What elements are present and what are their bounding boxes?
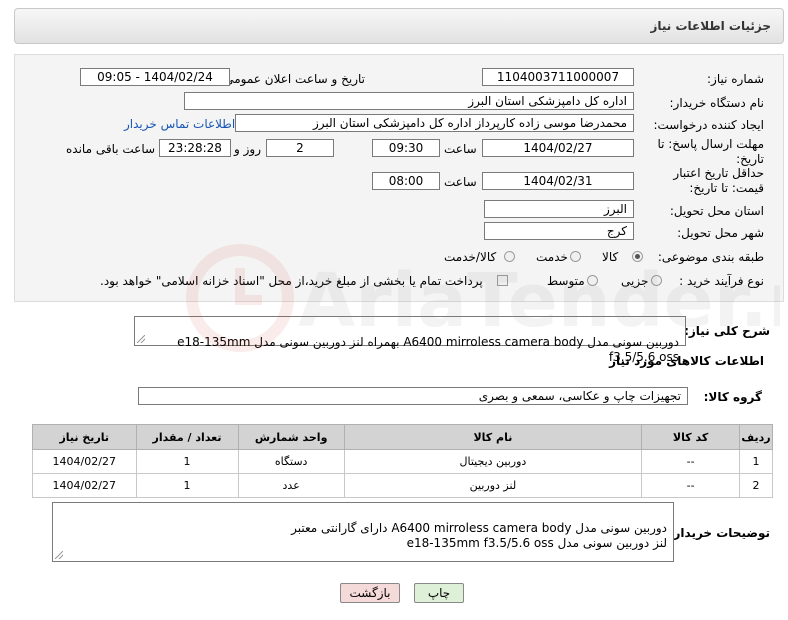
buyer-org-label: نام دستگاه خریدار:: [669, 96, 765, 110]
category-option-both: کالا/خدمت: [444, 250, 497, 264]
summary-text: دوربین سونی مدل A6400 mirroless camera b…: [177, 335, 679, 364]
validity-time-label: ساعت: [444, 175, 477, 189]
category-label: طبقه بندی موضوعی:: [657, 250, 764, 264]
validity-time-field[interactable]: 08:00: [372, 172, 440, 190]
table-row[interactable]: 2 -- لنز دوربین عدد 1 1404/02/27: [32, 473, 773, 498]
page-title: جزئیات اطلاعات نیاز: [650, 19, 771, 33]
category-radio-service[interactable]: [570, 251, 581, 262]
goods-group-field[interactable]: تجهیزات چاپ و عکاسی، سمعی و بصری: [138, 387, 688, 405]
goods-section-title: اطلاعات کالاهای مورد نیاز: [609, 354, 764, 368]
resize-handle-icon[interactable]: [137, 335, 145, 343]
print-button[interactable]: چاپ: [414, 583, 464, 603]
announce-label: تاریخ و ساعت اعلان عمومی:: [220, 72, 365, 86]
col-unit: واحد شمارش: [237, 424, 345, 450]
need-number-label: شماره نیاز:: [707, 72, 764, 86]
cell-date: 1404/02/27: [32, 449, 137, 474]
remaining-time-field[interactable]: 23:28:28: [159, 139, 231, 157]
goods-group-label: گروه کالا:: [703, 390, 762, 404]
province-label: استان محل تحویل:: [669, 204, 764, 218]
category-option-service: خدمت: [536, 250, 568, 264]
category-radio-both[interactable]: [504, 251, 515, 262]
col-qty: تعداد / مقدار: [135, 424, 239, 450]
table-row[interactable]: 1 -- دوربین دیجیتال دستگاه 1 1404/02/27: [32, 449, 773, 474]
category-radio-goods[interactable]: [632, 251, 643, 262]
cell-qty: 1: [135, 449, 239, 474]
col-code: کد کالا: [641, 424, 741, 450]
cell-name: دوربین دیجیتال: [343, 449, 643, 474]
city-label: شهر محل تحویل:: [677, 226, 764, 240]
creator-field[interactable]: محمدرضا موسی زاده کارپرداز اداره کل دامپ…: [235, 114, 634, 132]
city-field[interactable]: کرج: [484, 222, 634, 240]
cell-unit: دستگاه: [237, 449, 345, 474]
deadline-time-label: ساعت: [444, 142, 477, 156]
summary-label: شرح کلی نیاز:: [684, 324, 770, 338]
cell-row: 1: [739, 449, 773, 474]
announce-field[interactable]: 1404/02/24 - 09:05: [80, 68, 230, 86]
payment-note: پرداخت تمام یا بخشی از مبلغ خرید،از محل …: [100, 274, 483, 288]
summary-textarea[interactable]: دوربین سونی مدل A6400 mirroless camera b…: [134, 316, 686, 364]
days-field[interactable]: 2: [266, 139, 334, 157]
back-button[interactable]: بازگشت: [340, 583, 400, 603]
col-date: تاریخ نیاز: [32, 424, 137, 450]
resize-handle-icon[interactable]: [55, 551, 63, 559]
validity-label: حداقل تاریخ اعتبار قیمت: تا تاریخ:: [673, 166, 764, 195]
buyer-notes-label: توضیحات خریدار:: [668, 526, 770, 540]
payment-checkbox[interactable]: [497, 275, 508, 286]
deadline-label: مهلت ارسال پاسخ: تا تاریخ:: [657, 137, 764, 166]
cell-row: 2: [739, 473, 773, 498]
cell-qty: 1: [135, 473, 239, 498]
col-row: ردیف: [739, 424, 773, 450]
process-label: نوع فرآیند خرید :: [679, 274, 764, 288]
cell-code: --: [641, 449, 741, 474]
process-option-minor: جزیی: [621, 274, 649, 288]
process-radio-medium[interactable]: [587, 275, 598, 286]
need-number-field[interactable]: 1104003711000007: [482, 68, 634, 86]
buyer-notes-textarea[interactable]: دوربین سونی مدل A6400 mirroless camera b…: [52, 502, 674, 562]
goods-table: ردیف کد کالا نام کالا واحد شمارش تعداد /…: [32, 424, 773, 498]
category-option-goods: کالا: [602, 250, 619, 264]
deadline-date-field[interactable]: 1404/02/27: [482, 139, 634, 157]
process-option-medium: متوسط: [547, 274, 585, 288]
process-radio-minor[interactable]: [651, 275, 662, 286]
remaining-label: ساعت باقی مانده: [66, 142, 156, 156]
validity-date-field[interactable]: 1404/02/31: [482, 172, 634, 190]
buyer-org-field[interactable]: اداره کل دامپزشکی استان البرز: [184, 92, 634, 110]
cell-code: --: [641, 473, 741, 498]
cell-unit: عدد: [237, 473, 345, 498]
buyer-contact-link[interactable]: اطلاعات تماس خریدار: [124, 116, 235, 132]
cell-date: 1404/02/27: [32, 473, 137, 498]
days-label: روز و: [234, 142, 261, 156]
cell-name: لنز دوربین: [343, 473, 643, 498]
creator-label: ایجاد کننده درخواست:: [653, 118, 764, 132]
page-header: جزئیات اطلاعات نیاز: [14, 8, 784, 44]
col-name: نام کالا: [343, 424, 643, 450]
province-field[interactable]: البرز: [484, 200, 634, 218]
deadline-time-field[interactable]: 09:30: [372, 139, 440, 157]
buyer-notes-text: دوربین سونی مدل A6400 mirroless camera b…: [291, 521, 667, 550]
